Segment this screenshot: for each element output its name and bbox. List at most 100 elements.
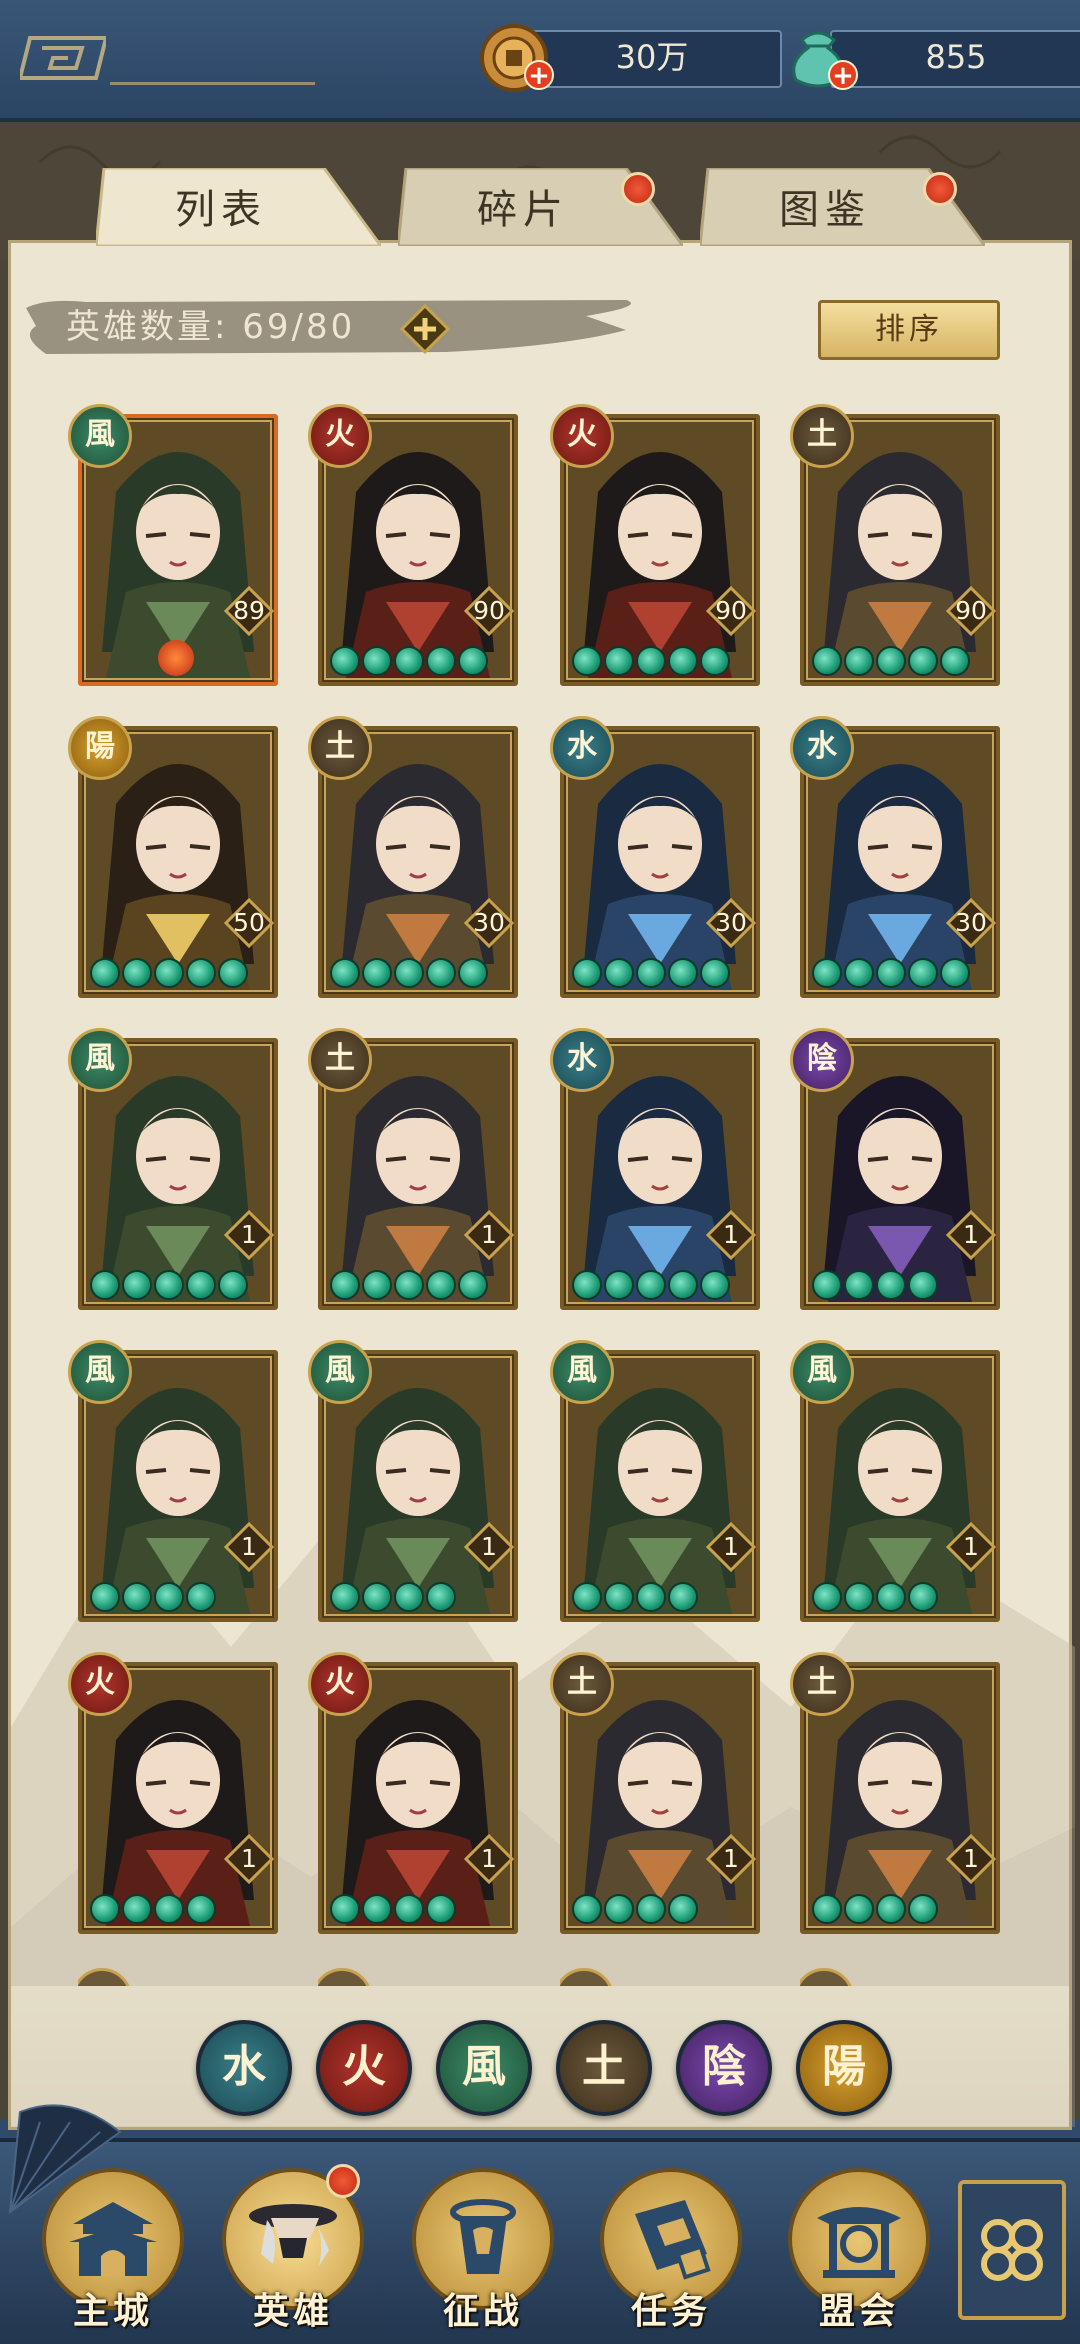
star-icon	[700, 646, 730, 676]
hero-card[interactable]: 風 89	[68, 404, 278, 686]
element-badge-earth: 土	[308, 716, 372, 780]
element-badge-wind: 風	[790, 1340, 854, 1404]
hero-level-value: 1	[963, 1532, 979, 1561]
hero-level-value: 1	[481, 1844, 497, 1873]
city-gate-icon	[69, 2202, 157, 2276]
star-icon	[572, 1270, 602, 1300]
star-icon	[604, 1894, 634, 1924]
star-icon	[90, 1270, 120, 1300]
coin-add-button[interactable]: +	[524, 60, 554, 90]
hero-card[interactable]: 風 1	[550, 1340, 760, 1622]
hero-level-value: 90	[955, 596, 987, 625]
element-badge-yin: 陰	[790, 1028, 854, 1092]
hero-stars	[90, 1270, 248, 1302]
star-icon	[362, 1582, 392, 1612]
nav-city-label: 主城	[72, 2291, 153, 2332]
star-icon	[394, 1582, 424, 1612]
star-icon	[604, 646, 634, 676]
flame-mark-icon	[158, 640, 194, 676]
sort-button[interactable]: 排序	[818, 300, 1000, 360]
hero-card[interactable]: 風 1	[68, 1340, 278, 1622]
menu-logo-icon[interactable]	[20, 30, 106, 86]
tab-list[interactable]: 列表	[96, 168, 381, 246]
tab-fragments[interactable]: 碎片	[398, 168, 683, 246]
hero-card[interactable]: 水 30	[790, 716, 1000, 998]
nav-battle[interactable]: 征战	[408, 2168, 558, 2340]
hero-card[interactable]: 火 1	[68, 1652, 278, 1934]
hero-card[interactable]: 陽 50	[68, 716, 278, 998]
filter-water-button[interactable]: 水	[196, 2020, 292, 2116]
top-bar: 30万 + 855 +	[0, 0, 1080, 122]
tab-codex[interactable]: 图鉴	[700, 168, 985, 246]
star-icon	[186, 1270, 216, 1300]
hero-card[interactable]: 水 1	[550, 1028, 760, 1310]
battle-banner-icon	[450, 2199, 516, 2274]
star-icon	[458, 646, 488, 676]
hero-card[interactable]: 土 1	[308, 1028, 518, 1310]
element-badge-earth: 土	[790, 1652, 854, 1716]
jade-add-button[interactable]: +	[828, 60, 858, 90]
nav-quests[interactable]: 任务	[596, 2168, 746, 2340]
star-icon	[876, 1582, 906, 1612]
filter-earth-button[interactable]: 土	[556, 2020, 652, 2116]
star-icon	[876, 1894, 906, 1924]
hero-card[interactable]: 土 1	[550, 1652, 760, 1934]
nav-city[interactable]: 主城	[38, 2168, 188, 2340]
star-icon	[668, 1582, 698, 1612]
star-icon	[812, 1270, 842, 1300]
star-icon	[908, 1894, 938, 1924]
filter-yin-button[interactable]: 陰	[676, 2020, 772, 2116]
element-badge-fire: 火	[550, 404, 614, 468]
star-icon	[330, 1894, 360, 1924]
hero-level-badge: 1	[706, 1834, 756, 1884]
more-menu-button[interactable]	[958, 2180, 1066, 2320]
star-icon	[700, 1270, 730, 1300]
star-icon	[122, 958, 152, 988]
filter-yang-button[interactable]: 陽	[796, 2020, 892, 2116]
star-icon	[940, 646, 970, 676]
hero-card[interactable]: 風 1	[790, 1340, 1000, 1622]
hero-card[interactable]: 風 1	[308, 1340, 518, 1622]
expand-slots-button[interactable]	[400, 304, 450, 354]
star-icon	[876, 958, 906, 988]
hero-card[interactable]: 火 1	[308, 1652, 518, 1934]
hero-level-value: 90	[715, 596, 747, 625]
hero-card[interactable]: 火 90	[308, 404, 518, 686]
coin-resource[interactable]: 30万 +	[478, 24, 782, 92]
hero-card[interactable]: 土 1	[790, 1652, 1000, 1934]
jade-resource[interactable]: 855 +	[782, 26, 1080, 90]
hero-card[interactable]: 火 90	[550, 404, 760, 686]
star-icon	[876, 646, 906, 676]
star-icon	[122, 1894, 152, 1924]
star-icon	[362, 958, 392, 988]
filter-fire-button[interactable]: 火	[316, 2020, 412, 2116]
star-icon	[458, 958, 488, 988]
hero-stars	[812, 1582, 938, 1614]
hero-count-label: 英雄数量:	[66, 307, 229, 347]
star-icon	[426, 1894, 456, 1924]
hero-stars	[812, 1270, 938, 1302]
grid-fade	[11, 1986, 1069, 2126]
filter-wind-button[interactable]: 風	[436, 2020, 532, 2116]
hero-level-value: 89	[233, 596, 265, 625]
star-icon	[330, 958, 360, 988]
hero-level-badge: 30	[464, 898, 514, 948]
star-icon	[844, 958, 874, 988]
jade-value: 855	[925, 38, 987, 76]
nav-alliance[interactable]: 盟会	[784, 2168, 934, 2340]
hero-level-badge: 90	[464, 586, 514, 636]
element-badge-earth: 土	[550, 1652, 614, 1716]
star-icon	[90, 958, 120, 988]
hero-card[interactable]: 風 1	[68, 1028, 278, 1310]
hero-level-badge: 1	[946, 1522, 996, 1572]
hero-card[interactable]: 水 30	[550, 716, 760, 998]
nav-heroes[interactable]: 英雄	[218, 2164, 368, 2340]
hero-card[interactable]: 陰 1	[790, 1028, 1000, 1310]
hero-card[interactable]: 土 90	[790, 404, 1000, 686]
hero-card[interactable]: 土 30	[308, 716, 518, 998]
hero-level-value: 1	[241, 1220, 257, 1249]
hero-level-value: 50	[233, 908, 265, 937]
star-icon	[154, 1270, 184, 1300]
alliance-pavilion-icon	[817, 2207, 901, 2278]
star-icon	[330, 1270, 360, 1300]
